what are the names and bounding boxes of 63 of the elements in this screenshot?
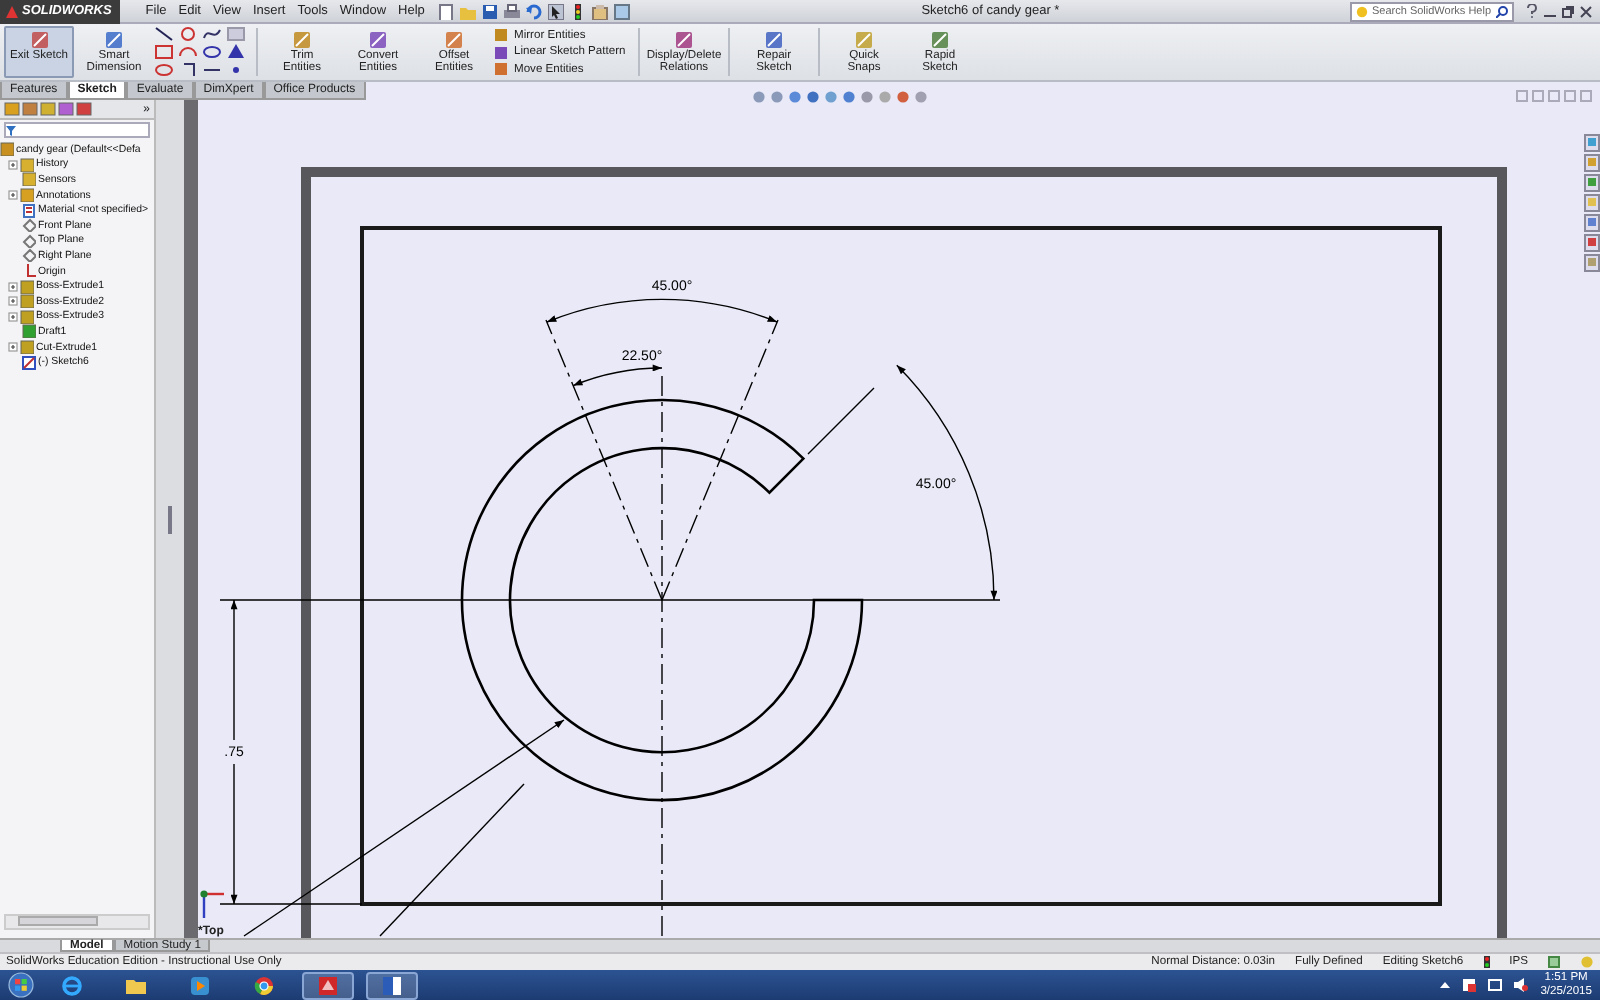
start-button-icon[interactable] [8,972,34,998]
origin-feature-icon [22,264,36,279]
material-feature-icon [22,203,36,218]
filter-field[interactable] [4,122,150,138]
horizontal-scrollbar[interactable] [4,914,150,930]
filter-icon [6,125,16,135]
dimension [572,364,663,387]
tool-icon [930,30,950,50]
taskbar-app-button[interactable] [302,971,354,999]
ellipse-tool-icon[interactable] [202,44,222,60]
rebuild-icon[interactable] [1548,956,1560,968]
search-icon[interactable] [1496,5,1508,17]
cad-app-icon [318,975,338,995]
tool-icon [764,30,784,50]
browser-icon [254,975,274,995]
tool-icon [674,30,694,50]
traffic-light-icon [1483,956,1490,968]
expand-icon[interactable] [8,296,18,307]
volume-icon[interactable] [1514,978,1529,992]
help-icon[interactable] [1526,4,1538,18]
tool-icon [368,30,388,50]
tool-icon [104,30,124,50]
coordinate-triad [200,890,224,918]
annotation-feature-icon [20,188,34,203]
action-center-icon[interactable] [1462,978,1477,992]
draft-feature-icon [22,324,36,339]
rectangle-tool-icon[interactable] [154,44,174,60]
logo-mark-icon [6,5,18,17]
slot-tool-icon[interactable] [154,62,174,78]
tool-icon [854,30,874,50]
tool-icon [292,30,312,50]
expand-icon[interactable] [8,281,18,292]
help-bulb-icon [1356,5,1368,17]
media-player-icon [190,975,210,995]
undo-icon[interactable] [526,3,543,19]
fillet-tool-icon[interactable] [178,62,198,78]
spline-tool-icon[interactable] [202,26,222,42]
circle-tool-icon[interactable] [178,26,198,42]
traffic-light-icon[interactable] [570,3,587,19]
triangle-tool-icon[interactable] [226,44,246,60]
line-tool-icon[interactable] [154,26,174,42]
network-icon[interactable] [1488,978,1503,992]
select-arrow-icon[interactable] [548,3,565,19]
display-icon[interactable] [76,102,92,116]
expand-icon[interactable] [8,311,18,322]
browser-icon [62,975,82,995]
extrude-feature-icon [20,340,34,355]
tool-icon [444,30,464,50]
save-icon[interactable] [482,3,499,19]
document-app-icon [382,975,402,995]
folder-icon [126,975,146,995]
expand-icon[interactable] [8,190,18,201]
expand-icon[interactable] [8,342,18,353]
arc-tool-icon[interactable] [178,44,198,60]
print-icon[interactable] [504,3,521,19]
scrollbar-thumb[interactable] [18,916,98,926]
expand-icon[interactable] [8,159,18,170]
sketch-feature-icon [22,355,36,370]
new-document-icon[interactable] [438,3,455,19]
part-feature-icon [0,142,14,157]
tool-icon [29,30,49,50]
taskbar-app-button[interactable] [366,971,418,999]
show-hidden-icons-icon[interactable] [1440,980,1451,990]
